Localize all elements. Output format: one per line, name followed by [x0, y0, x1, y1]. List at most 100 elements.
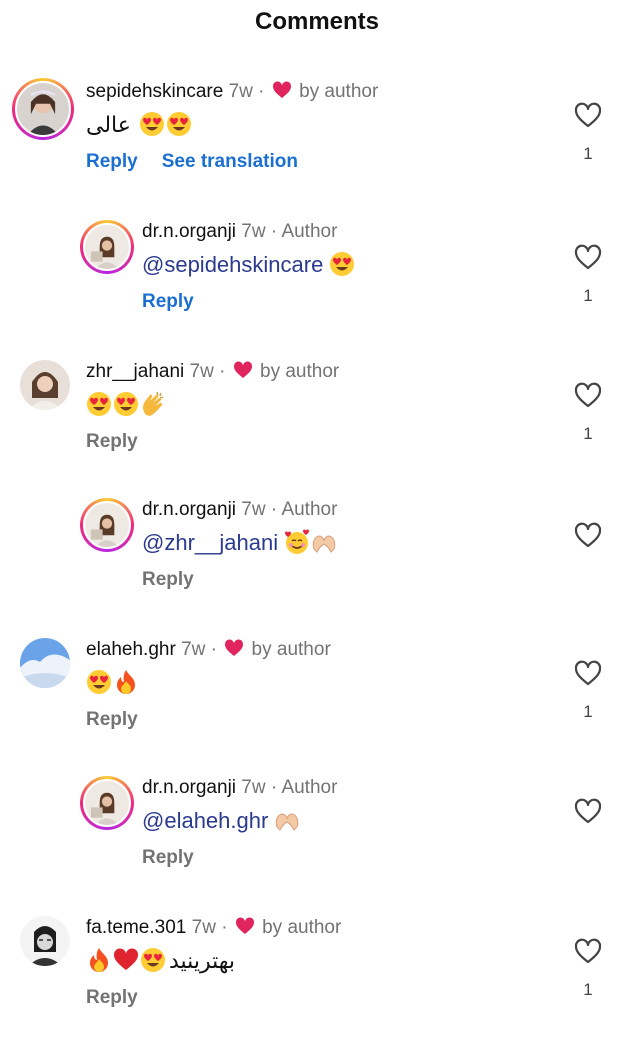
comment-item: zhr__jahani 7w · by author Reply 1: [0, 352, 634, 482]
comment-actions: Reply: [142, 568, 194, 592]
timestamp: 7w: [181, 639, 206, 660]
author-heart-icon: [233, 360, 253, 380]
separator: ·: [270, 499, 278, 520]
reply-button[interactable]: Reply: [142, 291, 194, 312]
like-heart-icon[interactable]: [574, 382, 602, 408]
liked-by-author-label: by author: [260, 361, 340, 382]
like-control: 1: [572, 244, 604, 306]
like-heart-icon[interactable]: [574, 244, 602, 270]
timestamp: 7w: [228, 81, 253, 102]
separator: ·: [221, 917, 228, 938]
liked-by-author-label: by author: [299, 81, 379, 102]
username[interactable]: zhr__jahani: [86, 361, 184, 382]
timestamp: 7w: [191, 917, 216, 938]
liked-by-author-label: by author: [251, 639, 331, 660]
avatar[interactable]: [12, 78, 74, 140]
username[interactable]: dr.n.organji: [142, 221, 236, 242]
like-heart-icon[interactable]: [574, 938, 602, 964]
avatar[interactable]: [20, 638, 70, 688]
comment-item: fa.teme.301 7w · by author بهترینید Repl…: [0, 908, 634, 1038]
mention-link[interactable]: @sepidehskincare: [142, 252, 323, 277]
like-control: 1: [572, 102, 604, 164]
fire-icon: [113, 669, 139, 695]
like-control: [572, 522, 604, 548]
like-count: 1: [583, 424, 593, 443]
username[interactable]: elaheh.ghr: [86, 639, 176, 660]
heart-hands-icon: [311, 529, 337, 555]
like-heart-icon[interactable]: [574, 102, 602, 128]
author-heart-icon: [235, 916, 255, 936]
smiling-face-with-hearts-icon: [284, 529, 310, 555]
comment-actions: Reply See translation: [86, 150, 298, 174]
comment-meta: dr.n.organji 7w · Author: [142, 220, 337, 244]
avatar[interactable]: [80, 220, 134, 274]
heart-eyes-icon: [140, 947, 166, 973]
heart-hands-icon: [274, 807, 300, 833]
separator: ·: [270, 777, 278, 798]
timestamp: 7w: [189, 361, 214, 382]
timestamp: 7w: [241, 221, 266, 242]
separator: ·: [210, 639, 217, 660]
like-control: 1: [572, 660, 604, 722]
reply-button[interactable]: Reply: [86, 987, 138, 1008]
comment-text: [86, 668, 140, 698]
comment-item: elaheh.ghr 7w · by author Reply 1: [0, 630, 634, 760]
heart-eyes-icon: [139, 111, 165, 137]
reply-button[interactable]: Reply: [86, 431, 138, 452]
mention-link[interactable]: @zhr__jahani: [142, 530, 278, 555]
red-heart-icon: [113, 947, 139, 973]
avatar[interactable]: [20, 916, 70, 966]
username[interactable]: fa.teme.301: [86, 917, 186, 938]
comment-text-fa: بهترینید: [169, 948, 235, 973]
like-heart-icon[interactable]: [574, 798, 602, 824]
comment-meta: elaheh.ghr 7w · by author: [86, 638, 331, 662]
like-count: 1: [583, 980, 593, 999]
comment-actions: Reply: [142, 846, 194, 870]
comment-text: بهترینید: [86, 946, 235, 976]
comment-actions: Reply: [142, 290, 194, 314]
reply-button[interactable]: Reply: [86, 151, 138, 172]
comment-actions: Reply: [86, 986, 138, 1010]
username[interactable]: dr.n.organji: [142, 777, 236, 798]
see-translation-button[interactable]: See translation: [162, 151, 298, 172]
separator: ·: [258, 81, 265, 102]
username[interactable]: sepidehskincare: [86, 81, 223, 102]
heart-eyes-icon: [113, 391, 139, 417]
like-control: 1: [572, 938, 604, 1000]
separator: ·: [219, 361, 226, 382]
avatar[interactable]: [80, 498, 134, 552]
timestamp: 7w: [241, 499, 266, 520]
liked-by-author-label: by author: [262, 917, 342, 938]
comment-meta: dr.n.organji 7w · Author: [142, 776, 337, 800]
clapping-hands-icon: [140, 391, 166, 417]
fire-icon: [86, 947, 112, 973]
like-control: 1: [572, 382, 604, 444]
author-label: Author: [281, 499, 338, 520]
like-count: 1: [583, 144, 593, 163]
mention-link[interactable]: @elaheh.ghr: [142, 808, 268, 833]
heart-eyes-icon: [329, 251, 355, 277]
comment-text: @elaheh.ghr: [142, 806, 301, 836]
author-label: Author: [281, 221, 338, 242]
like-heart-icon[interactable]: [574, 660, 602, 686]
timestamp: 7w: [241, 777, 266, 798]
comments-header: Comments: [0, 0, 634, 44]
comment-text-fa: عالی: [86, 112, 131, 137]
avatar[interactable]: [80, 776, 134, 830]
heart-eyes-icon: [166, 111, 192, 137]
comment-meta: sepidehskincare 7w · by author: [86, 80, 378, 104]
author-heart-icon: [224, 638, 244, 658]
reply-button[interactable]: Reply: [86, 709, 138, 730]
username[interactable]: dr.n.organji: [142, 499, 236, 520]
comment-text: [86, 390, 167, 420]
comment-text: عالی: [86, 110, 193, 140]
reply-button[interactable]: Reply: [142, 847, 194, 868]
like-heart-icon[interactable]: [574, 522, 602, 548]
page-title: Comments: [254, 8, 380, 35]
comment-meta: dr.n.organji 7w · Author: [142, 498, 337, 522]
avatar[interactable]: [20, 360, 70, 410]
comment-item: dr.n.organji 7w · Author @elaheh.ghr Rep…: [0, 768, 634, 898]
comment-meta: zhr__jahani 7w · by author: [86, 360, 339, 384]
reply-button[interactable]: Reply: [142, 569, 194, 590]
heart-eyes-icon: [86, 669, 112, 695]
